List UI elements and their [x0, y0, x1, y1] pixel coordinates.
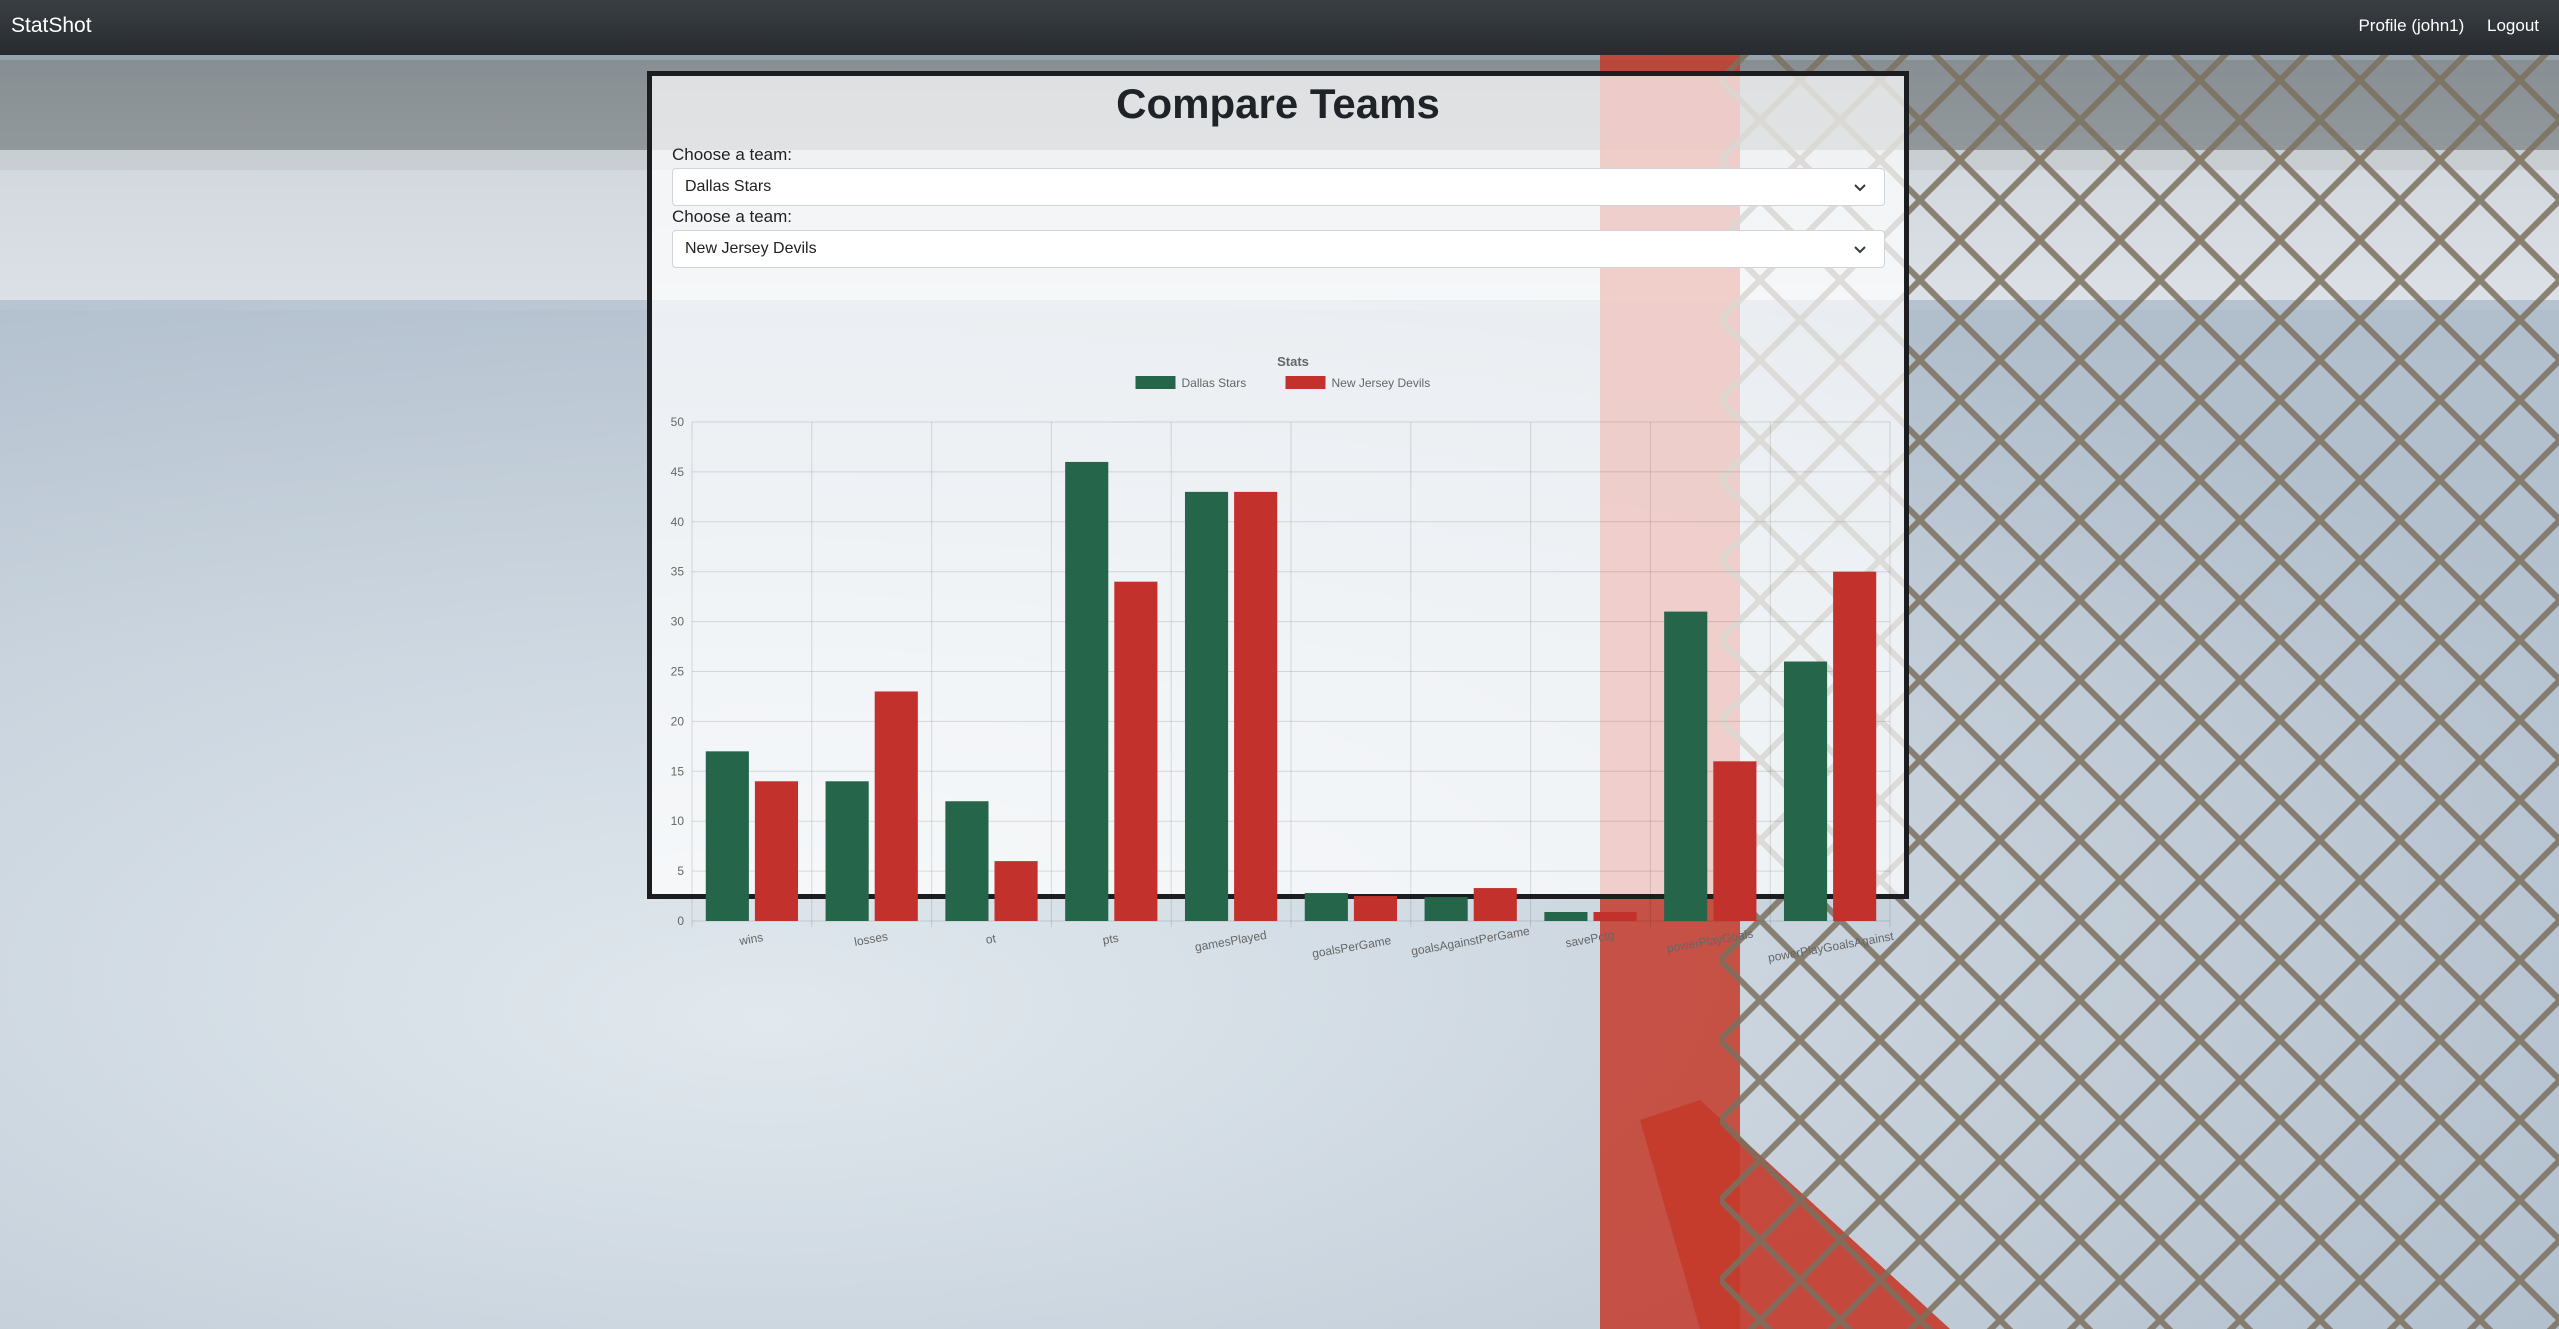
- x-tick-label: gamesPlayed: [1194, 928, 1268, 954]
- legend-swatch: [1135, 376, 1176, 389]
- brand-link[interactable]: StatShot: [11, 14, 92, 38]
- chevron-down-icon: [1854, 184, 1866, 192]
- y-tick-label: 30: [671, 615, 685, 629]
- y-tick-label: 15: [671, 764, 685, 778]
- bar-series2: [1114, 581, 1158, 921]
- bar-series1: [1184, 491, 1229, 921]
- page-title: Compare Teams: [1116, 80, 1440, 127]
- bar-series1: [1304, 893, 1348, 921]
- bar-series2: [1593, 912, 1637, 921]
- bar-series1: [825, 781, 869, 921]
- team2-select[interactable]: New Jersey Devils: [672, 230, 1885, 268]
- bar-series1: [1664, 611, 1708, 921]
- chevron-down-icon: [1854, 246, 1866, 254]
- x-tick-label: losses: [853, 929, 889, 949]
- bar-series1: [1065, 461, 1109, 921]
- x-tick-label: powerPlayGoals: [1666, 927, 1754, 956]
- chart-title: Stats: [1277, 354, 1309, 369]
- bar-series2: [994, 861, 1038, 921]
- x-tick-label: savePctg: [1564, 928, 1615, 950]
- profile-link[interactable]: Profile (john1): [2358, 16, 2464, 35]
- bar-series2: [1234, 491, 1278, 921]
- bar-series1: [1783, 661, 1828, 921]
- bar-series2: [1833, 571, 1877, 921]
- y-tick-label: 25: [671, 665, 685, 679]
- bar-series2: [874, 691, 918, 921]
- compare-panel: Compare Teams Choose a team: Dallas Star…: [647, 71, 1909, 965]
- stats-bar-chart: Stats Dallas Stars New Jersey Devils 0 5 10 15…: [671, 354, 1896, 965]
- x-tick-label: ot: [985, 931, 998, 947]
- team1-select-value: Dallas Stars: [685, 178, 772, 195]
- team1-label: Choose a team:: [672, 145, 793, 164]
- team2-label: Choose a team:: [672, 207, 793, 226]
- navbar: StatShot Profile (john1) Logout: [0, 0, 2559, 55]
- y-tick-label: 20: [671, 714, 685, 728]
- legend-swatch: [1285, 376, 1326, 389]
- x-tick-label: wins: [737, 930, 764, 948]
- legend-label: New Jersey Devils: [1332, 376, 1431, 390]
- bar-series1: [945, 801, 989, 921]
- y-tick-label: 45: [671, 465, 685, 479]
- bar-series2: [1473, 888, 1517, 921]
- bar-series1: [1544, 912, 1588, 921]
- y-tick-label: 10: [671, 814, 685, 828]
- bar-series1: [1424, 897, 1468, 921]
- x-tick-label: goalsPerGame: [1311, 933, 1393, 961]
- x-tick-label: powerPlayGoalsAgainst: [1767, 929, 1896, 965]
- team2-select-value: New Jersey Devils: [685, 240, 817, 257]
- y-tick-label: 50: [671, 415, 685, 429]
- y-tick-label: 0: [677, 914, 684, 928]
- x-tick-label: goalsAgainstPerGame: [1410, 924, 1531, 959]
- y-tick-label: 5: [677, 864, 684, 878]
- bar-series2: [1713, 761, 1757, 921]
- legend-label: Dallas Stars: [1182, 376, 1247, 390]
- y-tick-label: 40: [671, 515, 685, 529]
- logout-link[interactable]: Logout: [2487, 16, 2539, 35]
- bar-series2: [754, 781, 799, 921]
- y-tick-label: 35: [671, 565, 685, 579]
- x-tick-label: pts: [1102, 931, 1120, 948]
- bar-series2: [1353, 896, 1398, 921]
- team1-select[interactable]: Dallas Stars: [672, 168, 1885, 206]
- bar-series1: [705, 751, 749, 921]
- nav-links: Profile (john1) Logout: [2340, 16, 2539, 36]
